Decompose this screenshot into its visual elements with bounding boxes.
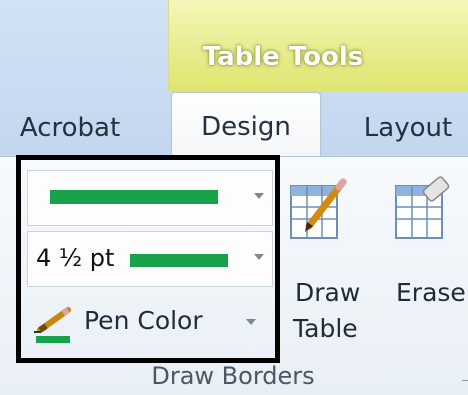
draw-table-button[interactable]: Draw Table	[287, 176, 367, 356]
eraser-button[interactable]: Eraser	[390, 176, 468, 356]
dialog-launcher-icon[interactable]	[462, 374, 468, 381]
draw-table-label-line2: Table	[293, 314, 358, 343]
tab-layout[interactable]: Layout	[338, 100, 468, 156]
eraser-label: Eraser	[396, 278, 468, 307]
tab-design[interactable]: Design	[171, 92, 321, 157]
draw-table-icon	[290, 178, 347, 239]
tab-acrobat[interactable]: Acrobat	[0, 100, 140, 156]
highlight-frame	[16, 155, 280, 363]
draw-table-label-line1: Draw	[295, 278, 361, 307]
group-label-draw-borders: Draw Borders	[151, 362, 315, 390]
contextual-group-title: Table Tools	[202, 42, 364, 72]
eraser-icon	[395, 176, 450, 239]
